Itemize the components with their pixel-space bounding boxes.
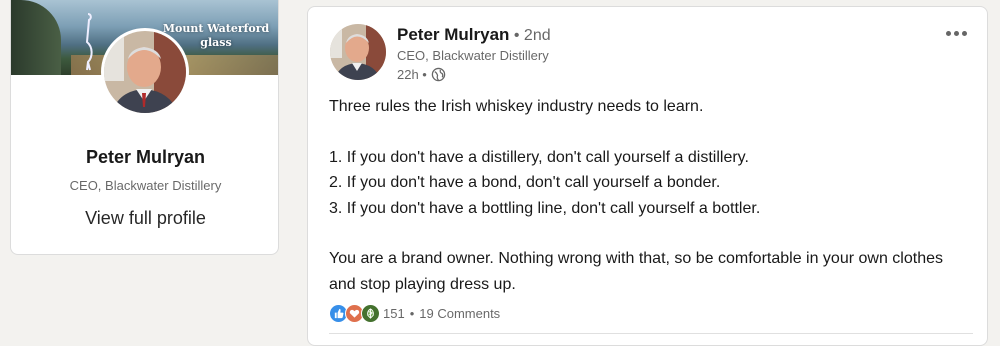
view-full-profile-link[interactable]: View full profile [11,208,278,229]
connection-degree: • 2nd [509,27,551,44]
feed-post: Peter Mulryan • 2nd CEO, Blackwater Dist… [307,6,988,346]
post-meta: 22h • [397,67,446,82]
divider [329,333,973,334]
author-name[interactable]: Peter Mulryan • 2nd [397,25,551,45]
post-body: Three rules the Irish whiskey industry n… [329,94,969,297]
post-time: 22h • [397,67,427,82]
post-rule: 2. If you don't have a bond, don't call … [329,174,721,191]
post-rule: 3. If you don't have a bottling line, do… [329,199,761,217]
dot-icon [945,30,951,36]
profile-card: Mount Waterford glass Peter Mulryan CEO,… [10,0,279,255]
social-counts: 151 • 19 Comments [329,304,500,323]
post-closing: You are a brand owner. Nothing wrong wit… [329,250,943,293]
reaction-count[interactable]: 151 [383,306,405,321]
reactions-summary[interactable] [329,304,380,323]
comments-count-link[interactable]: 19 Comments [419,306,500,321]
author-name-text[interactable]: Peter Mulryan [397,25,509,44]
globe-icon [431,67,446,82]
dot-icon [961,30,967,36]
dot-icon [953,30,959,36]
author-avatar[interactable] [330,24,386,80]
post-rule: 1. If you don't have a distillery, don't… [329,148,749,166]
author-headline: CEO, Blackwater Distillery [397,48,549,63]
more-options-button[interactable] [939,21,973,45]
insightful-icon [361,304,380,323]
post-intro: Three rules the Irish whiskey industry n… [329,98,704,115]
heron-icon [85,13,93,71]
profile-headline: CEO, Blackwater Distillery [69,178,222,193]
separator: • [409,306,415,321]
profile-avatar[interactable] [101,28,189,116]
profile-name[interactable]: Peter Mulryan [11,147,278,168]
